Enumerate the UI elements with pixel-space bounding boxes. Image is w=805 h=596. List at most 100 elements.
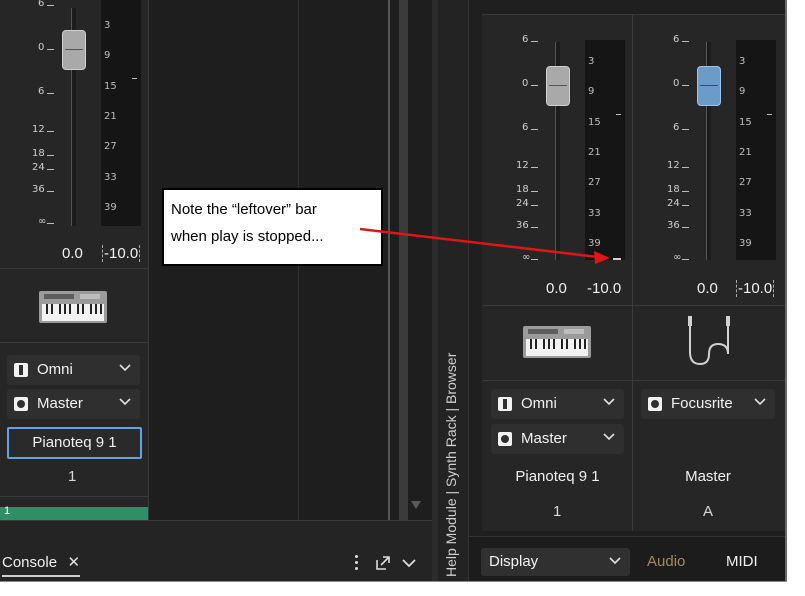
fader-scale-tick [682, 227, 689, 228]
vertical-scrollbar[interactable] [399, 0, 408, 520]
chevron-down-icon [609, 557, 621, 565]
more-options-icon[interactable] [355, 554, 359, 572]
annotation-line2: when play is stopped... [171, 228, 324, 245]
meter-scale-label: 9 [739, 86, 746, 98]
meter-scale-label: 27 [588, 177, 601, 189]
fader-scale-label: 18 [516, 184, 529, 195]
meter-scale-label: 21 [739, 146, 752, 158]
track-column-divider [148, 0, 149, 520]
fader-scale-tick [682, 85, 689, 86]
strip2-peak-readout[interactable]: -10.0 [587, 280, 621, 297]
fader-scale-label: 12 [516, 160, 529, 171]
chevron-down-icon [754, 398, 766, 406]
fader-scale-label: 36 [667, 220, 680, 231]
strip1-divider-top [0, 268, 148, 269]
fader-scale-label: 36 [516, 220, 529, 231]
fader-scale-tick [47, 131, 54, 132]
meter-scale-label: 3 [588, 56, 595, 67]
strip3-peak-readout[interactable]: -10.0 [736, 280, 775, 297]
chevron-down-icon [603, 433, 615, 441]
audio-input-icon [648, 397, 662, 411]
fader-scale-tick [47, 49, 54, 50]
fader-scale-tick [47, 223, 54, 224]
strip2-volume-readout[interactable]: 0.0 [546, 280, 567, 297]
meter-scale-label: 9 [104, 50, 111, 62]
fader-scale-label: ∞ [673, 252, 682, 263]
fader-scale-label: 18 [32, 148, 45, 159]
fader-scale-label: 6 [38, 86, 45, 97]
annotation-callout: Note the “leftover” bar when play is sto… [162, 188, 383, 266]
fader-scale-tick [47, 93, 54, 94]
fader-scale-label: 6 [38, 0, 45, 9]
strip2-output-select[interactable]: Master [491, 424, 624, 454]
fader-scale-label: ∞ [38, 216, 47, 227]
meter-scale-label: 15 [739, 116, 752, 128]
strip3-input-select[interactable]: Focusrite [641, 389, 775, 419]
fader-scale-tick [47, 155, 54, 156]
strip1-divider-bar [0, 496, 148, 497]
meter-scale-label: 21 [588, 146, 601, 158]
meter-peak-marker [616, 114, 621, 115]
strip2-fader-knob[interactable] [546, 66, 570, 106]
detach-window-icon[interactable] [374, 554, 392, 572]
output-icon [14, 397, 28, 411]
fader-scale-label: ∞ [522, 252, 531, 263]
strip1-divider-bottom [0, 342, 148, 343]
strip1-fader-knob[interactable] [62, 30, 86, 70]
strip2-input-select[interactable]: Omni [491, 389, 624, 419]
chevron-down-icon[interactable] [401, 555, 417, 571]
side-panel-tabs[interactable]: Help Module | Synth Rack | Browser [443, 317, 459, 577]
midi-tab[interactable]: MIDI [726, 553, 758, 570]
fader-scale-label: 6 [673, 34, 680, 45]
meter-scale-label: 27 [104, 141, 117, 153]
console-tab[interactable]: Console ✕ [2, 553, 81, 577]
fader-scale-label: 18 [667, 184, 680, 195]
output-icon [498, 432, 512, 446]
strips-top-divider [482, 14, 785, 15]
close-icon[interactable]: ✕ [68, 554, 81, 571]
meter-scale-label: 9 [588, 86, 595, 98]
fader-scale-label: 24 [32, 162, 45, 173]
fader-scale-label: 6 [522, 122, 529, 133]
fader-scale-tick [47, 169, 54, 170]
display-select[interactable]: Display [481, 548, 630, 576]
meter-scale-label: 15 [104, 80, 117, 92]
meter-scale-label: 33 [104, 171, 117, 183]
strip3-volume-readout[interactable]: 0.0 [697, 280, 718, 297]
strip1-keyboard-icon [39, 291, 107, 323]
strip1-peak-readout[interactable]: -10.0 [102, 245, 141, 262]
fader-scale-tick [682, 41, 689, 42]
strip2-keyboard-icon [523, 326, 591, 358]
meter-scale-label: 3 [104, 20, 111, 31]
fader-scale-tick [47, 5, 54, 6]
meter-scale-label: 21 [104, 110, 117, 122]
strip3-channel-label: A [703, 503, 714, 520]
track-lane-green[interactable] [0, 507, 148, 520]
strip1-channel-number: 1 [68, 468, 77, 485]
fader-scale-tick [531, 129, 538, 130]
fader-scale-tick [682, 259, 689, 260]
scroll-down-arrow-icon[interactable] [409, 498, 423, 512]
strip1-volume-readout[interactable]: 0.0 [62, 245, 83, 262]
meter-scale-label: 39 [588, 237, 601, 249]
track-number: 1 [4, 505, 11, 517]
fader-scale-tick [531, 205, 538, 206]
fader-scale-label: 24 [667, 198, 680, 209]
window-bottom-border [0, 581, 787, 596]
audio-tab[interactable]: Audio [647, 553, 685, 570]
fader-scale-label: 0 [38, 42, 45, 53]
strip3-fader-knob[interactable] [697, 66, 721, 106]
console-tab-label: Console [2, 554, 58, 571]
strips-divider-low [482, 380, 785, 381]
strip1-instrument-name[interactable]: Pianoteq 9 1 [7, 427, 142, 459]
fader-scale-tick [531, 259, 538, 260]
meter-scale-label: 33 [739, 207, 752, 219]
meter-scale-label: 33 [588, 207, 601, 219]
strip3-bus-name[interactable]: Master [641, 462, 775, 492]
strip2-instrument-name[interactable]: Pianoteq 9 1 [491, 462, 624, 492]
fader-scale-label: 12 [32, 124, 45, 135]
strips-divider-mid [482, 305, 785, 306]
strip1-input-select[interactable]: Omni [7, 355, 140, 385]
meter-peak-marker [132, 78, 137, 79]
strip1-output-select[interactable]: Master [7, 389, 140, 419]
